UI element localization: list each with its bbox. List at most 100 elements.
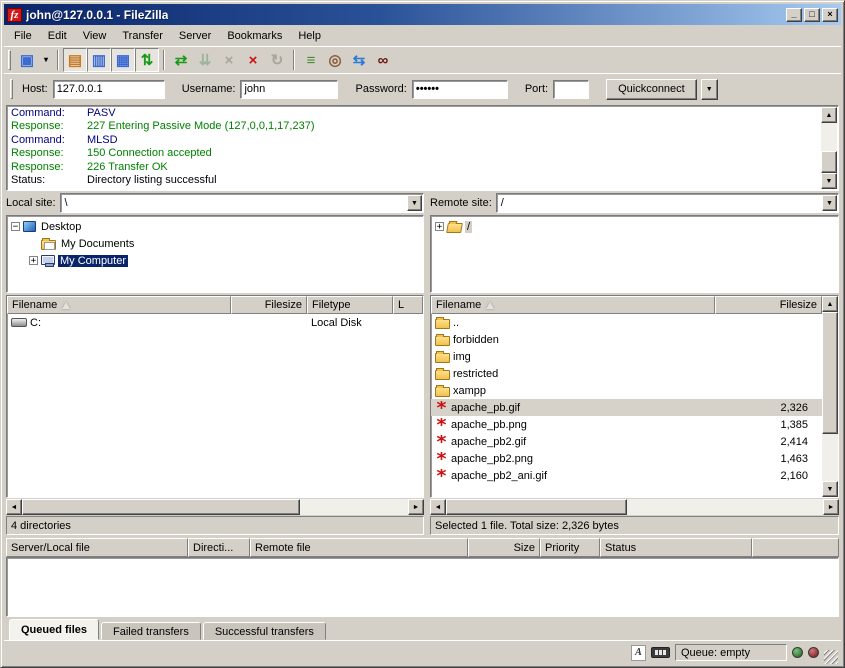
column-header-l[interactable]: L (393, 296, 423, 314)
toggle-local-tree-button[interactable]: ▥ (87, 48, 111, 72)
list-item[interactable]: .. (431, 314, 822, 331)
scroll-track[interactable] (821, 123, 837, 173)
list-item[interactable]: img (431, 348, 822, 365)
list-item[interactable]: xampp (431, 382, 822, 399)
scroll-down-button[interactable]: ▼ (821, 173, 837, 189)
quickconnect-bar: Host: Username: Password: Port: Quickcon… (4, 73, 841, 104)
scroll-left-button[interactable]: ◄ (6, 499, 22, 515)
tree-item-item[interactable]: +/ (431, 218, 838, 235)
scroll-thumb[interactable] (446, 499, 627, 515)
menu-item-file[interactable]: File (6, 27, 40, 45)
close-button[interactable]: × (822, 8, 838, 22)
toggle-remote-tree-button[interactable]: ▦ (111, 48, 135, 72)
directory-filters-button[interactable]: ≡ (299, 48, 323, 72)
quickconnect-dropdown-button[interactable]: ▼ (701, 79, 718, 100)
menu-item-edit[interactable]: Edit (40, 27, 75, 45)
site-manager-dropdown-button[interactable]: ▾ (39, 48, 53, 72)
tab-failed-transfers[interactable]: Failed transfers (101, 622, 201, 640)
menu-item-transfer[interactable]: Transfer (114, 27, 171, 45)
list-item[interactable]: apache_pb.gif2,326 (431, 399, 822, 416)
directory-comparison-button[interactable]: ◎ (323, 48, 347, 72)
list-item[interactable]: apache_pb2.gif2,414 (431, 433, 822, 450)
data-type-indicator-icon[interactable]: A (631, 645, 646, 661)
scroll-track[interactable] (22, 499, 408, 515)
scroll-down-button[interactable]: ▼ (822, 481, 838, 497)
list-item[interactable]: apache_pb.png1,385 (431, 416, 822, 433)
scroll-left-button[interactable]: ◄ (430, 499, 446, 515)
tab-queued-files[interactable]: Queued files (9, 619, 99, 640)
minimize-button[interactable]: _ (786, 8, 802, 22)
column-header-priority[interactable]: Priority (540, 538, 600, 557)
column-header-size[interactable]: Size (468, 538, 540, 557)
list-item[interactable]: apache_pb2_ani.gif2,160 (431, 467, 822, 484)
synchronized-browsing-button[interactable]: ⇆ (347, 48, 371, 72)
tree-item-desktop[interactable]: −Desktop (7, 218, 423, 235)
password-input[interactable] (412, 80, 508, 99)
host-input[interactable] (53, 80, 165, 99)
tree-item-my-documents[interactable]: My Documents (7, 235, 423, 252)
quickconnect-grip[interactable] (10, 79, 13, 99)
scroll-track[interactable] (446, 499, 823, 515)
reconnect-button: ↻ (265, 48, 289, 72)
scroll-up-button[interactable]: ▲ (821, 107, 837, 123)
column-header-status[interactable]: Status (600, 538, 752, 557)
local-list-body[interactable]: C:Local Disk (7, 314, 423, 497)
refresh-button[interactable]: ⇄ (169, 48, 193, 72)
resize-grip[interactable] (824, 650, 838, 664)
column-header-filesize[interactable]: Filesize (231, 296, 307, 314)
local-site-combo[interactable]: \ ▼ (60, 193, 424, 213)
disconnect-button[interactable]: × (241, 48, 265, 72)
list-item[interactable]: restricted (431, 365, 822, 382)
tab-successful-transfers[interactable]: Successful transfers (203, 622, 326, 640)
expander-plus-icon[interactable]: + (29, 256, 38, 265)
toggle-transfer-queue-button[interactable]: ⇅ (135, 48, 159, 72)
menu-item-bookmarks[interactable]: Bookmarks (219, 27, 290, 45)
username-input[interactable] (240, 80, 338, 99)
column-header-filename[interactable]: Filename (431, 296, 715, 314)
toggle-remote-tree-icon: ▦ (116, 53, 130, 68)
remote-site-combo[interactable]: / ▼ (496, 193, 839, 213)
scroll-up-button[interactable]: ▲ (822, 296, 838, 312)
remote-list-body[interactable]: ..forbiddenimgrestrictedxamppapache_pb.g… (431, 314, 822, 497)
expander-plus-icon[interactable]: + (435, 222, 444, 231)
scroll-right-button[interactable]: ► (408, 499, 424, 515)
local-horizontal-scrollbar[interactable]: ◄ ► (6, 499, 424, 515)
menu-item-view[interactable]: View (75, 27, 115, 45)
column-header-filename[interactable]: Filename (7, 296, 231, 314)
scroll-thumb[interactable] (22, 499, 300, 515)
list-item[interactable]: forbidden (431, 331, 822, 348)
quickconnect-button[interactable]: Quickconnect (606, 79, 697, 100)
column-header-label: Remote file (255, 542, 311, 554)
column-header-remote-file[interactable]: Remote file (250, 538, 468, 557)
toggle-message-log-button[interactable]: ▤ (63, 48, 87, 72)
list-item[interactable]: apache_pb2.png1,463 (431, 450, 822, 467)
scroll-thumb[interactable] (821, 151, 837, 173)
filesize-cell (715, 314, 822, 331)
scroll-track[interactable] (822, 312, 838, 481)
remote-site-dropdown-button[interactable]: ▼ (822, 195, 837, 211)
find-files-button[interactable]: ∞ (371, 48, 395, 72)
site-manager-button[interactable]: ▣ (15, 48, 39, 72)
menu-item-server[interactable]: Server (171, 27, 219, 45)
remote-list-scrollbar[interactable]: ▲ ▼ (822, 296, 838, 497)
tree-item-my-computer[interactable]: +My Computer (7, 252, 423, 269)
queue-list[interactable] (6, 557, 839, 617)
column-header-server-local-file[interactable]: Server/Local file (6, 538, 188, 557)
speed-limit-indicator-icon[interactable] (651, 647, 670, 658)
log-scrollbar[interactable]: ▲ ▼ (821, 107, 837, 189)
local-site-dropdown-button[interactable]: ▼ (407, 195, 422, 211)
toolbar-grip[interactable] (8, 50, 11, 70)
remote-horizontal-scrollbar[interactable]: ◄ ► (430, 499, 839, 515)
column-header-filetype[interactable]: Filetype (307, 296, 393, 314)
arrow-down-icon: ▼ (827, 486, 834, 493)
scroll-thumb[interactable] (822, 312, 838, 434)
list-item[interactable]: C:Local Disk (7, 314, 423, 331)
port-input[interactable] (553, 80, 589, 99)
menu-item-help[interactable]: Help (290, 27, 329, 45)
column-header-directi[interactable]: Directi... (188, 538, 250, 557)
maximize-button[interactable]: □ (804, 8, 820, 22)
local-list-header: FilenameFilesizeFiletypeL (7, 296, 423, 314)
expander-minus-icon[interactable]: − (11, 222, 20, 231)
scroll-right-button[interactable]: ► (823, 499, 839, 515)
column-header-filesize[interactable]: Filesize (715, 296, 822, 314)
